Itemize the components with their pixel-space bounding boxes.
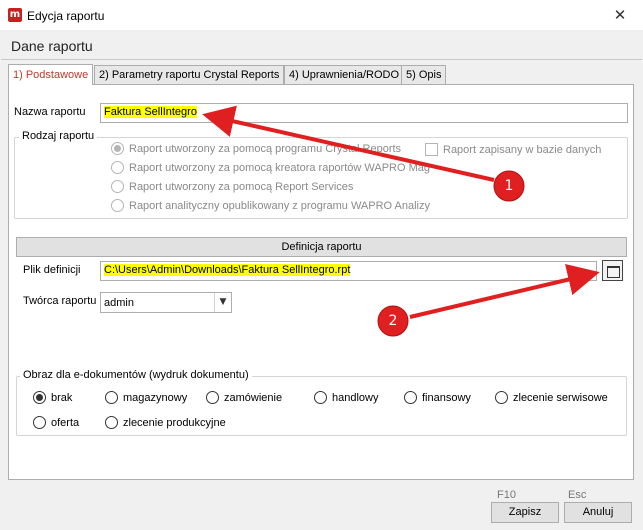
tab-label: 5) Opis <box>406 69 442 81</box>
report-type-option[interactable]: Raport utworzony za pomocą kreatora rapo… <box>111 161 430 174</box>
report-type-option[interactable]: Raport analityczny opublikowany z progra… <box>111 199 430 212</box>
definition-file-field[interactable]: C:\Users\Admin\Downloads\Faktura SellInt… <box>100 261 597 281</box>
tab-uprawnienia[interactable]: 4) Uprawnienia/RODO <box>284 65 405 85</box>
dialog-header: Dane raportu <box>1 30 642 60</box>
radio-button[interactable] <box>33 391 46 404</box>
report-type-option[interactable]: Raport utworzony za pomocą Report Servic… <box>111 180 353 193</box>
edoc-option[interactable]: zamówienie <box>206 391 282 404</box>
report-name-field[interactable]: Faktura SellIntegro <box>100 103 628 123</box>
tab-content-panel: Nazwa raportu Faktura SellIntegro Rodzaj… <box>8 84 634 480</box>
report-type-group-title: Rodzaj raportu <box>19 130 98 142</box>
edoc-option-label: magazynowy <box>123 391 188 404</box>
browse-file-button[interactable] <box>602 260 623 281</box>
definition-file-value: C:\Users\Admin\Downloads\Faktura SellInt… <box>104 264 351 276</box>
edoc-option[interactable]: brak <box>33 391 72 404</box>
tab-parametry[interactable]: 2) Parametry raportu Crystal Reports <box>94 65 285 85</box>
report-type-option-label: Raport utworzony za pomocą Report Servic… <box>129 180 354 193</box>
report-author-select[interactable]: admin ▼ <box>100 292 232 313</box>
edoc-option-label: finansowy <box>422 391 471 404</box>
tab-label: 1) Podstawowe <box>13 69 89 81</box>
radio-button[interactable] <box>105 416 118 429</box>
edoc-option[interactable]: zlecenie serwisowe <box>495 391 608 404</box>
radio-button[interactable] <box>33 416 46 429</box>
edoc-option-label: brak <box>51 391 73 404</box>
edoc-option[interactable]: finansowy <box>404 391 471 404</box>
edoc-option[interactable]: oferta <box>33 416 79 429</box>
definition-file-label: Plik definicji <box>23 264 81 276</box>
report-type-option[interactable]: Raport utworzony za pomocą programu Crys… <box>111 142 401 155</box>
annotation-number-2: 2 <box>388 313 398 329</box>
title-bar: m Edycja raportu ✕ <box>0 0 643 30</box>
radio-button[interactable] <box>111 199 124 212</box>
report-type-option-label: Raport analityczny opublikowany z progra… <box>129 199 431 212</box>
close-icon[interactable]: ✕ <box>597 0 643 30</box>
report-author-value: admin <box>104 297 134 309</box>
save-shortcut-label: F10 <box>497 489 516 501</box>
edoc-option-label: zlecenie serwisowe <box>513 391 608 404</box>
checkbox-box[interactable] <box>425 143 438 156</box>
saved-in-db-label: Raport zapisany w bazie danych <box>443 143 602 156</box>
page-title: Dane raportu <box>11 38 93 54</box>
radio-button[interactable] <box>111 142 124 155</box>
radio-button[interactable] <box>495 391 508 404</box>
report-name-value: Faktura SellIntegro <box>104 106 197 118</box>
edoc-group-title: Obraz dla e-dokumentów (wydruk dokumentu… <box>20 369 252 381</box>
edoc-option[interactable]: magazynowy <box>105 391 187 404</box>
report-name-label: Nazwa raportu <box>14 106 86 118</box>
report-type-option-label: Raport utworzony za pomocą programu Crys… <box>129 142 402 155</box>
edoc-option-label: zlecenie produkcyjne <box>123 416 226 429</box>
annotation-number-1: 1 <box>504 178 514 194</box>
edoc-option[interactable]: handlowy <box>314 391 378 404</box>
edoc-option-label: zamówienie <box>224 391 283 404</box>
radio-button[interactable] <box>404 391 417 404</box>
window-title: Edycja raportu <box>27 9 105 23</box>
radio-button[interactable] <box>105 391 118 404</box>
radio-button[interactable] <box>206 391 219 404</box>
report-type-option-label: Raport utworzony za pomocą kreatora rapo… <box>129 161 430 174</box>
radio-button[interactable] <box>111 180 124 193</box>
cancel-button[interactable]: Anuluj <box>564 502 632 523</box>
cancel-shortcut-label: Esc <box>568 489 587 501</box>
tab-podstawowe[interactable]: 1) Podstawowe <box>8 64 94 85</box>
save-button[interactable]: Zapisz <box>491 502 559 523</box>
edoc-option-label: oferta <box>51 416 80 429</box>
definition-section-header: Definicja raportu <box>16 237 627 257</box>
report-author-label: Twórca raportu <box>23 295 97 307</box>
edoc-option-label: handlowy <box>332 391 379 404</box>
tab-label: 2) Parametry raportu Crystal Reports <box>99 69 280 81</box>
radio-button[interactable] <box>314 391 327 404</box>
edoc-option[interactable]: zlecenie produkcyjne <box>105 416 226 429</box>
radio-button[interactable] <box>111 161 124 174</box>
app-logo-icon: m <box>8 8 22 22</box>
chevron-down-icon[interactable]: ▼ <box>214 293 231 312</box>
tab-opis[interactable]: 5) Opis <box>401 65 447 85</box>
saved-in-db-checkbox[interactable]: Raport zapisany w bazie danych <box>425 143 601 156</box>
tab-label: 4) Uprawnienia/RODO <box>289 69 400 81</box>
